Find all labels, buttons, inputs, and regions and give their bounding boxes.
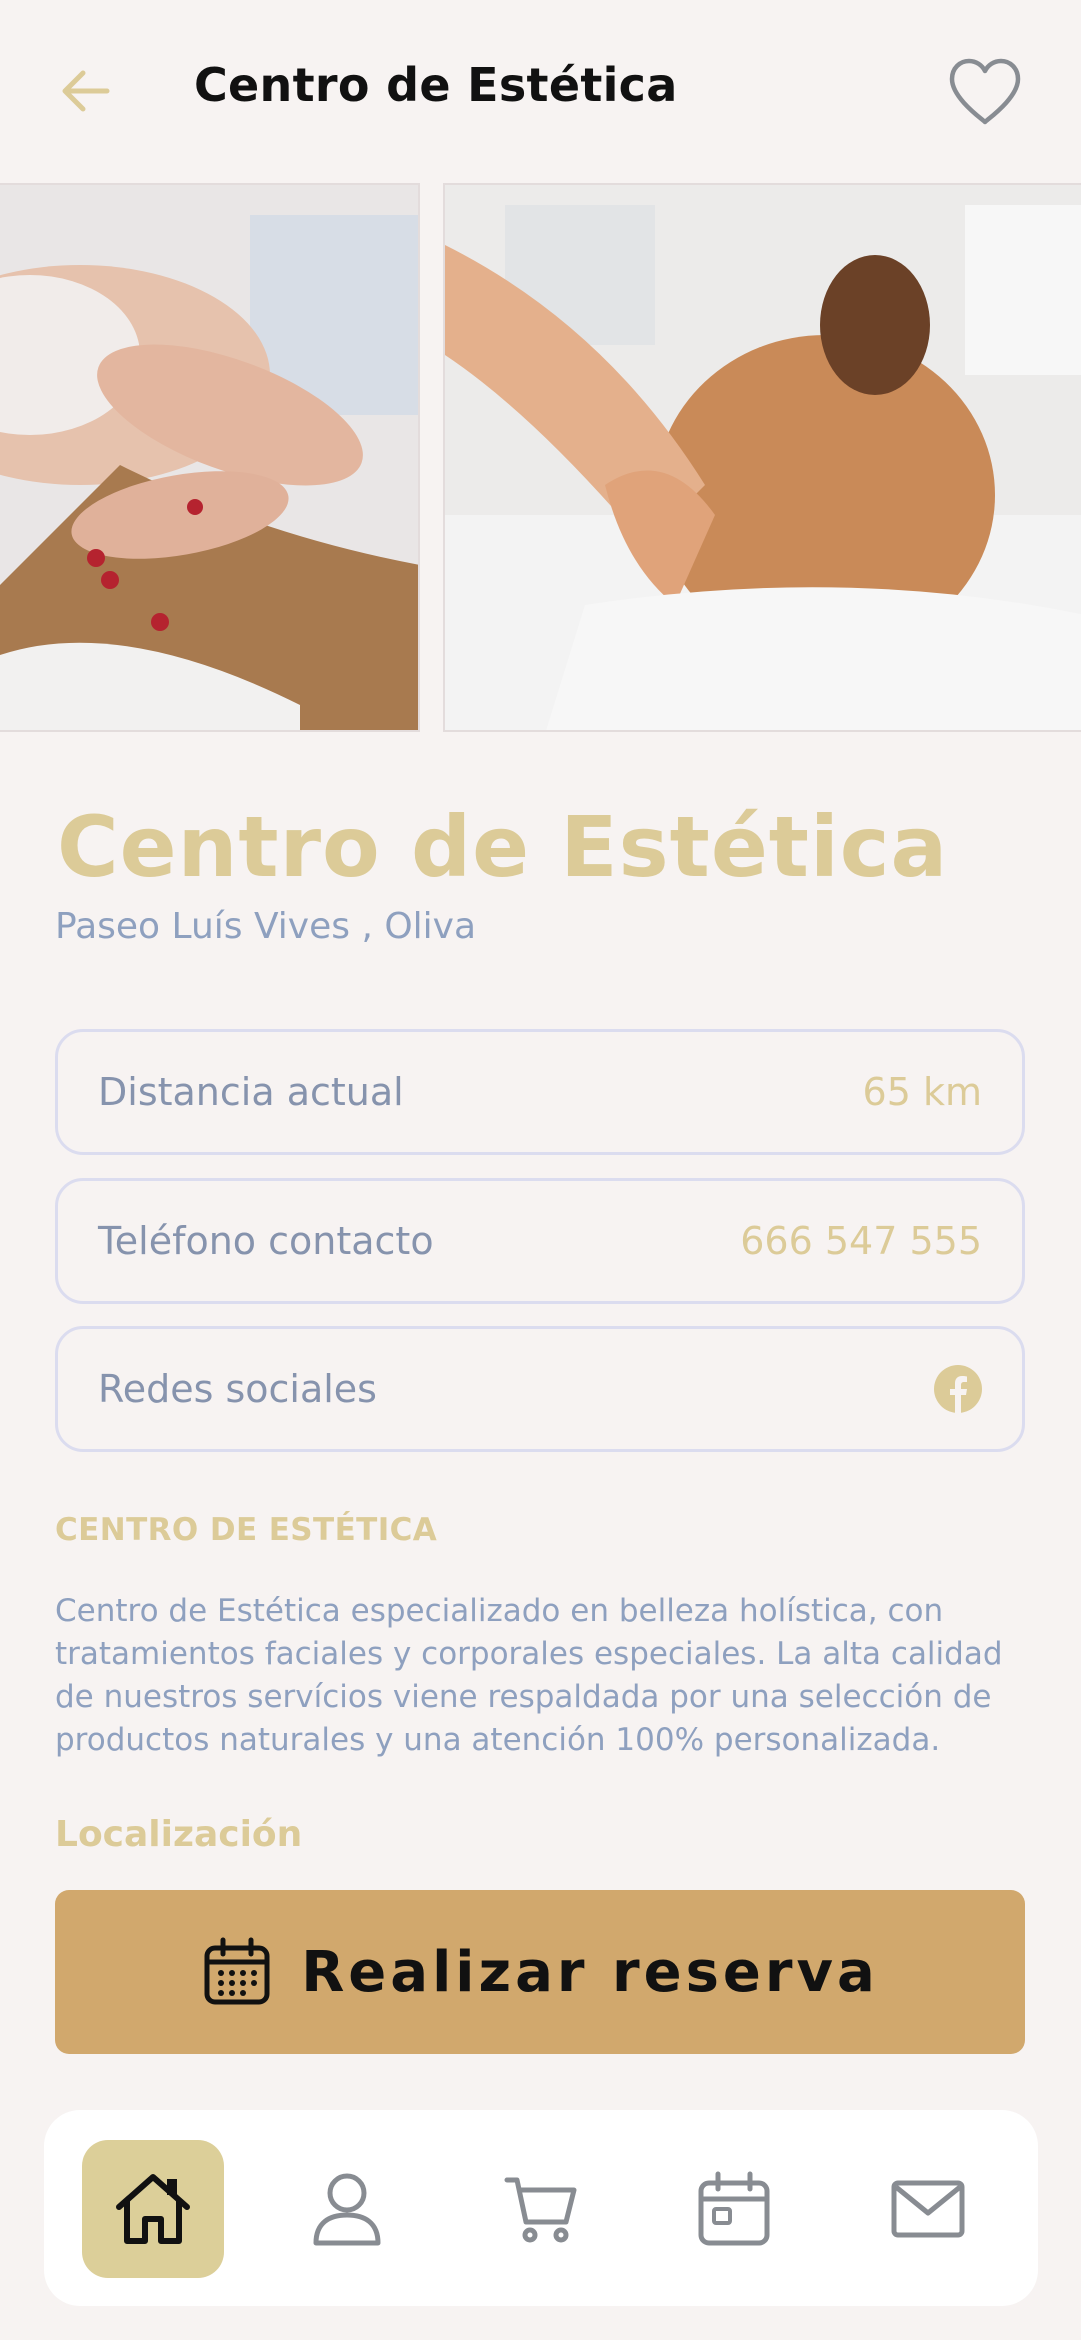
bottom-nav (44, 2110, 1038, 2306)
reserve-button[interactable]: Realizar reserva (55, 1890, 1025, 2054)
mail-icon (891, 2180, 965, 2238)
nav-home[interactable] (82, 2140, 224, 2278)
nav-calendar[interactable] (663, 2140, 805, 2278)
page-title: Centro de Estética (194, 58, 678, 112)
app-header: Centro de Estética (0, 0, 1081, 180)
facebook-icon[interactable] (934, 1365, 982, 1413)
phone-value[interactable]: 666 547 555 (740, 1219, 982, 1263)
photo-gallery[interactable] (0, 183, 1081, 732)
venue-name: Centro de Estética (57, 798, 949, 896)
cart-icon (504, 2177, 577, 2243)
social-row: Redes sociales (55, 1326, 1025, 1452)
nav-cart[interactable] (470, 2140, 612, 2278)
calendar-icon (204, 1937, 270, 2005)
favorite-button[interactable] (944, 52, 1026, 132)
facial-treatment-image (0, 185, 418, 730)
about-description: Centro de Estética especializado en bell… (55, 1593, 1003, 1758)
arrow-left-icon (62, 70, 110, 112)
heart-icon (949, 58, 1021, 125)
phone-label: Teléfono contacto (98, 1219, 434, 1263)
user-icon (313, 2173, 381, 2246)
facial-treatment-photo[interactable] (0, 183, 420, 732)
nav-mail[interactable] (857, 2140, 999, 2278)
back-massage-image (445, 185, 1081, 730)
distance-label: Distancia actual (98, 1070, 404, 1114)
back-button[interactable] (50, 56, 120, 126)
home-icon (116, 2174, 190, 2244)
venue-address: Paseo Luís Vives , Oliva (55, 906, 477, 947)
reserve-label: Realizar reserva (301, 1939, 879, 2005)
nav-profile[interactable] (276, 2140, 418, 2278)
phone-row[interactable]: Teléfono contacto 666 547 555 (55, 1178, 1025, 1304)
about-heading: CENTRO DE ESTÉTICA (55, 1512, 438, 1548)
distance-row: Distancia actual 65 km (55, 1029, 1025, 1155)
back-massage-photo[interactable] (443, 183, 1081, 732)
calendar-icon (698, 2171, 770, 2246)
location-heading: Localización (55, 1814, 303, 1850)
distance-value: 65 km (862, 1070, 982, 1114)
social-label: Redes sociales (98, 1367, 377, 1411)
